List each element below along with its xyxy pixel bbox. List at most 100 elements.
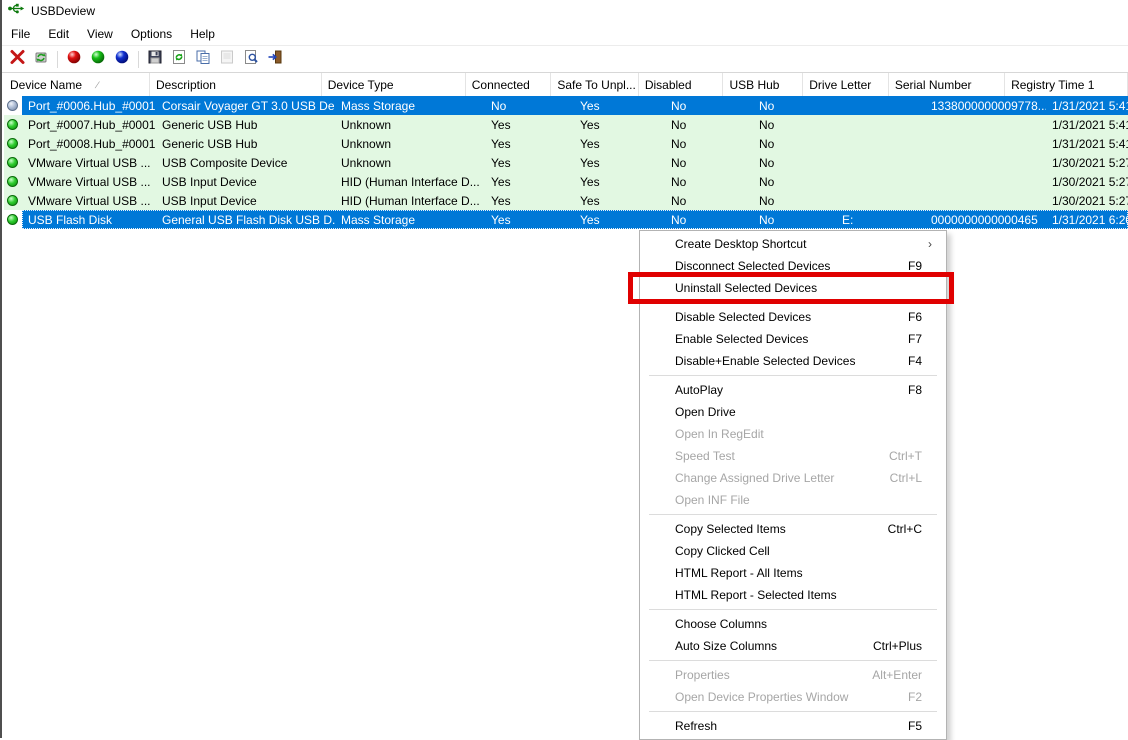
- green-ball-button[interactable]: [86, 48, 110, 70]
- menu-item-shortcut: F2: [908, 690, 936, 704]
- menubar-item-edit[interactable]: Edit: [39, 24, 78, 44]
- context-menu-item-open-drive[interactable]: Open Drive: [640, 401, 946, 423]
- device-status-cell: [4, 195, 22, 206]
- context-menu-item-disable-enable-selected-devices[interactable]: Disable+Enable Selected DevicesF4: [640, 350, 946, 372]
- context-menu-item-html-report-selected-items[interactable]: HTML Report - Selected Items: [640, 584, 946, 606]
- cell-safe-to-unpl: Yes: [574, 175, 665, 189]
- menubar-item-file[interactable]: File: [2, 24, 39, 44]
- menubar-item-help[interactable]: Help: [181, 24, 224, 44]
- save-button[interactable]: [143, 48, 167, 70]
- menu-item-label: Choose Columns: [675, 617, 767, 631]
- menu-item-shortcut: F7: [908, 332, 936, 346]
- refresh-button[interactable]: [167, 48, 191, 70]
- cell-device-name: Port_#0007.Hub_#0001: [22, 118, 156, 132]
- menubar-item-view[interactable]: View: [78, 24, 122, 44]
- cell-usb-hub: No: [753, 118, 836, 132]
- menu-item-label: Create Desktop Shortcut: [675, 237, 806, 251]
- context-menu-item-auto-size-columns[interactable]: Auto Size Columns Ctrl+Plus: [640, 635, 946, 657]
- context-menu: Create Desktop Shortcut›Disconnect Selec…: [639, 230, 947, 740]
- cell-description: USB Composite Device: [156, 156, 335, 170]
- context-menu-item-copy-selected-items[interactable]: Copy Selected ItemsCtrl+C: [640, 518, 946, 540]
- context-menu-item-html-report-all-items[interactable]: HTML Report - All Items: [640, 562, 946, 584]
- column-header-device-type[interactable]: Device Type: [322, 73, 466, 96]
- find-button[interactable]: [239, 48, 263, 70]
- menu-item-label: Auto Size Columns: [675, 639, 777, 653]
- device-status-cell: [4, 176, 22, 187]
- cell-connected: Yes: [485, 213, 574, 227]
- column-header-description[interactable]: Description: [150, 73, 322, 96]
- usb-app-icon: [7, 1, 25, 21]
- menu-item-label: HTML Report - Selected Items: [675, 588, 837, 602]
- menu-item-shortcut: Ctrl+L: [890, 471, 936, 485]
- context-menu-item-refresh[interactable]: RefreshF5: [640, 715, 946, 737]
- menu-item-label: Disable Selected Devices: [675, 310, 811, 324]
- menubar-item-options[interactable]: Options: [122, 24, 181, 44]
- copy-icon: [195, 49, 211, 70]
- column-header-connected[interactable]: Connected: [466, 73, 552, 96]
- context-menu-item-change-assigned-drive-letter: Change Assigned Drive LetterCtrl+L: [640, 467, 946, 489]
- device-status-cell: [4, 119, 22, 130]
- column-header-label: Drive Letter: [809, 78, 871, 92]
- device-row-7[interactable]: USB Flash DiskGeneral USB Flash Disk USB…: [4, 210, 1128, 229]
- context-menu-item-autoplay[interactable]: AutoPlayF8: [640, 379, 946, 401]
- cell-connected: Yes: [485, 118, 574, 132]
- column-header-registry-time-1[interactable]: Registry Time 1: [1005, 73, 1128, 96]
- cell-device-type: Unknown: [335, 156, 485, 170]
- device-row-6[interactable]: VMware Virtual USB ...USB Input DeviceHI…: [4, 191, 1128, 210]
- disconnect-selected-button[interactable]: [29, 48, 53, 70]
- properties-button[interactable]: [215, 48, 239, 70]
- cell-registry-time-1: 1/30/2021 5:27:: [1046, 156, 1128, 170]
- column-header-safe-to-unpl[interactable]: Safe To Unpl...: [551, 73, 638, 96]
- delete-x-icon: [9, 49, 26, 70]
- device-row-5[interactable]: VMware Virtual USB ...USB Input DeviceHI…: [4, 172, 1128, 191]
- context-menu-item-enable-selected-devices[interactable]: Enable Selected DevicesF7: [640, 328, 946, 350]
- window-title: USBDeview: [31, 4, 95, 18]
- menu-separator: [649, 514, 937, 515]
- cell-connected: Yes: [485, 137, 574, 151]
- cell-registry-time-1: 1/31/2021 5:41:: [1046, 99, 1128, 113]
- uninstall-selected-button[interactable]: [5, 48, 29, 70]
- context-menu-item-choose-columns[interactable]: Choose Columns: [640, 613, 946, 635]
- cell-serial-number: 0000000000000465: [925, 213, 1046, 227]
- context-menu-item-copy-clicked-cell[interactable]: Copy Clicked Cell: [640, 540, 946, 562]
- column-header-label: Disabled: [645, 78, 692, 92]
- cell-device-name: VMware Virtual USB ...: [22, 175, 156, 189]
- context-menu-item-disable-selected-devices[interactable]: Disable Selected Devices F6: [640, 306, 946, 328]
- menu-item-shortcut: F9: [908, 259, 936, 273]
- column-header-disabled[interactable]: Disabled: [639, 73, 724, 96]
- device-status-cell: [4, 100, 22, 111]
- device-row-1[interactable]: Port_#0006.Hub_#0001Corsair Voyager GT 3…: [4, 96, 1128, 115]
- cell-device-name: VMware Virtual USB ...: [22, 194, 156, 208]
- copy-button[interactable]: [191, 48, 215, 70]
- device-ball-green-icon: [7, 195, 18, 206]
- column-header-device-name[interactable]: Device Name/: [4, 73, 150, 96]
- column-header-label: Device Name: [10, 78, 82, 92]
- menu-item-shortcut: Ctrl+Plus: [873, 639, 936, 653]
- menu-item-shortcut: F8: [908, 383, 936, 397]
- cell-device-type: Unknown: [335, 118, 485, 132]
- blue-ball-button[interactable]: [110, 48, 134, 70]
- green-ball-icon: [91, 50, 105, 69]
- cell-registry-time-1: 1/31/2021 6:20:: [1046, 213, 1128, 227]
- exit-button[interactable]: [263, 48, 287, 70]
- device-row-2[interactable]: Port_#0007.Hub_#0001Generic USB HubUnkno…: [4, 115, 1128, 134]
- exit-door-icon: [267, 49, 283, 70]
- cell-usb-hub: No: [753, 156, 836, 170]
- column-header-label: Connected: [472, 78, 530, 92]
- column-header-usb-hub[interactable]: USB Hub: [723, 73, 803, 96]
- red-ball-button[interactable]: [62, 48, 86, 70]
- menu-item-label: Copy Clicked Cell: [675, 544, 770, 558]
- cell-usb-hub: No: [753, 194, 836, 208]
- toolbar-separator: [138, 51, 139, 68]
- context-menu-item-create-desktop-shortcut[interactable]: Create Desktop Shortcut›: [640, 233, 946, 255]
- device-row-4[interactable]: VMware Virtual USB ...USB Composite Devi…: [4, 153, 1128, 172]
- cell-safe-to-unpl: Yes: [574, 194, 665, 208]
- cell-device-type: Unknown: [335, 137, 485, 151]
- context-menu-item-open-in-regedit: Open In RegEdit: [640, 423, 946, 445]
- menu-item-label: Copy Selected Items: [675, 522, 786, 536]
- cell-description: Corsair Voyager GT 3.0 USB De...: [156, 99, 335, 113]
- device-row-3[interactable]: Port_#0008.Hub_#0001Generic USB HubUnkno…: [4, 134, 1128, 153]
- menu-item-shortcut: F6: [908, 310, 936, 324]
- column-header-serial-number[interactable]: Serial Number: [889, 73, 1005, 96]
- column-header-drive-letter[interactable]: Drive Letter: [803, 73, 889, 96]
